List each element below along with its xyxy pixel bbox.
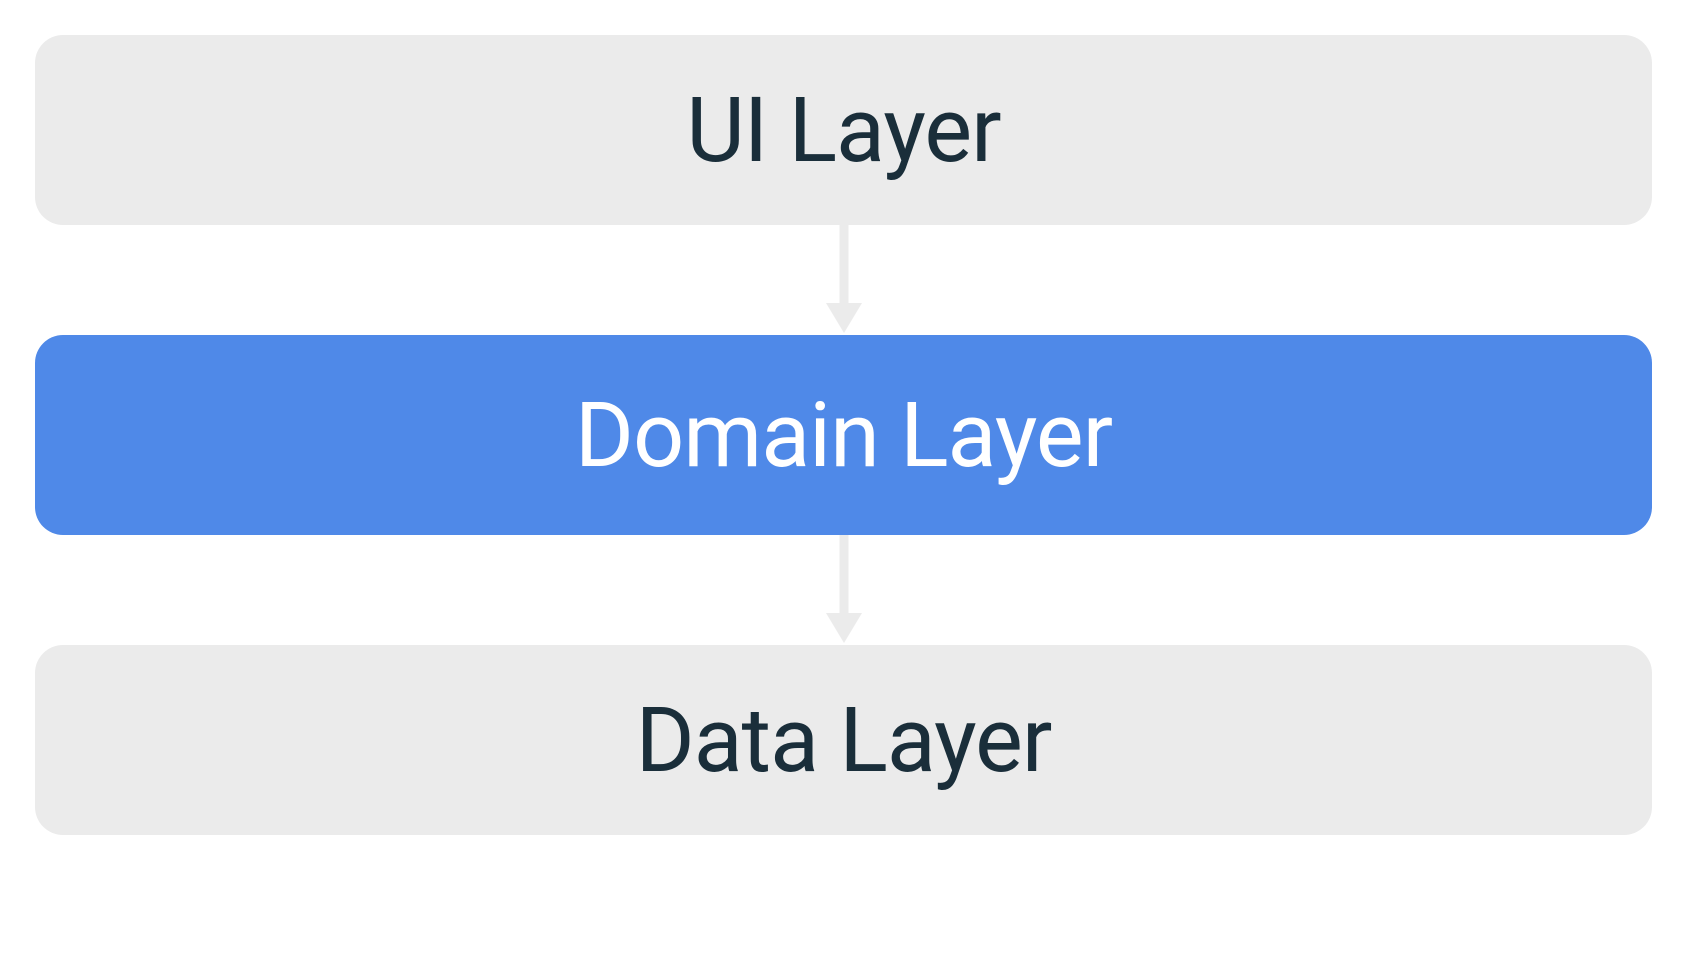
arrow-ui-to-domain — [820, 225, 868, 335]
domain-layer-label: Domain Layer — [575, 383, 1112, 488]
arrow-down-icon — [820, 225, 868, 335]
ui-layer-box: UI Layer — [35, 35, 1652, 225]
data-layer-box: Data Layer — [35, 645, 1652, 835]
arrow-down-icon — [820, 535, 868, 645]
arrow-domain-to-data — [820, 535, 868, 645]
ui-layer-label: UI Layer — [686, 78, 1000, 183]
domain-layer-box: Domain Layer — [35, 335, 1652, 535]
data-layer-label: Data Layer — [636, 688, 1052, 793]
